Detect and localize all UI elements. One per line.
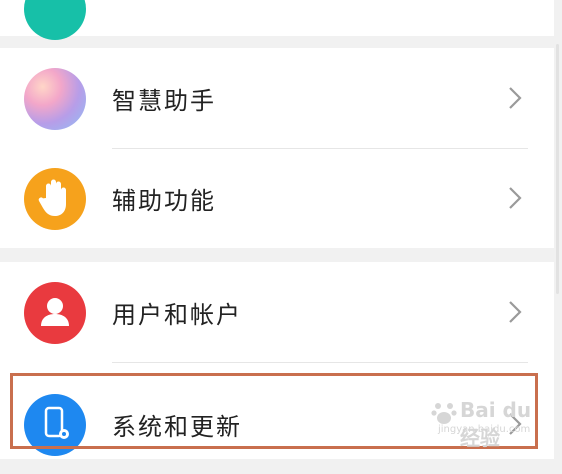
settings-group-1: 智慧助手 辅助功能 [0, 48, 554, 248]
settings-item-label: 辅助功能 [112, 187, 216, 215]
settings-item-label: 用户和帐户 [112, 301, 242, 329]
settings-item-smart-assistant[interactable]: 智慧助手 [0, 48, 554, 148]
chevron-right-icon [509, 301, 522, 323]
scrollbar[interactable] [554, 0, 562, 459]
watermark-url: jingyan.baidu.com [438, 424, 531, 435]
settings-item-label: 智慧助手 [112, 87, 216, 115]
settings-item-accessibility[interactable]: 辅助功能 [0, 148, 554, 248]
hand-icon [24, 168, 86, 230]
chevron-right-icon [509, 87, 522, 109]
previous-settings-group [0, 0, 554, 40]
user-icon [24, 282, 86, 344]
settings-item-users-accounts[interactable]: 用户和帐户 [0, 262, 554, 362]
partial-app-icon [24, 0, 86, 40]
divider [112, 362, 528, 363]
chevron-right-icon [509, 187, 522, 209]
watermark: Bai du 经验 jingyan.baidu.com [430, 398, 558, 450]
scrollbar-thumb[interactable] [556, 44, 559, 294]
assistant-icon [24, 68, 86, 130]
paw-icon [431, 403, 457, 424]
